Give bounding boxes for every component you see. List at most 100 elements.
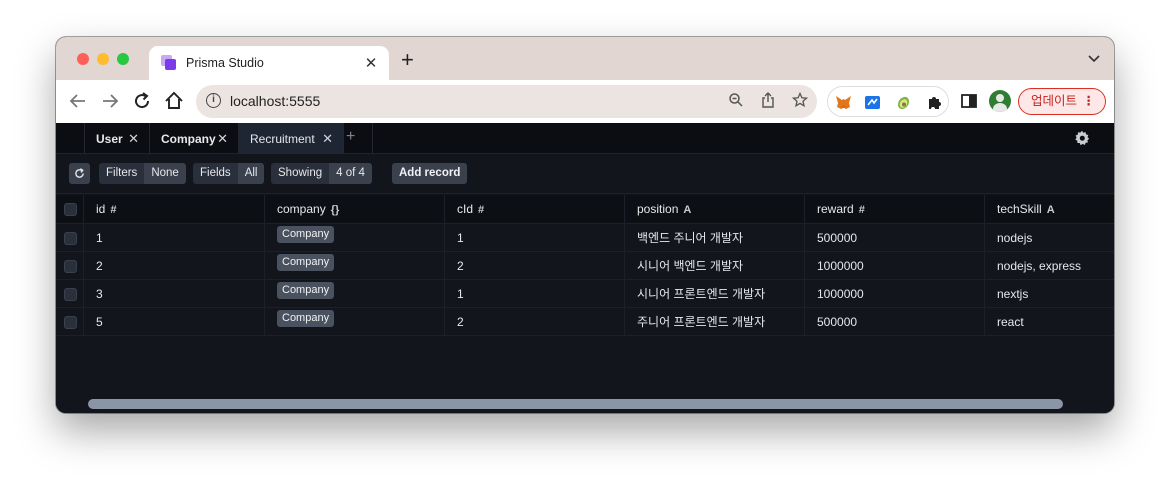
cell-techskill[interactable]: react <box>985 308 1114 335</box>
bookmark-star-icon[interactable] <box>791 91 809 110</box>
relation-type-icon: {} <box>330 204 340 216</box>
cell-cid[interactable]: 2 <box>445 252 625 279</box>
number-type-icon: # <box>858 204 865 216</box>
cell-id[interactable]: 3 <box>84 280 265 307</box>
avocado-extension-icon[interactable] <box>895 94 912 111</box>
cell-reward[interactable]: 1000000 <box>805 252 985 279</box>
tab-company[interactable]: Company ✕ <box>150 123 239 154</box>
cell-position[interactable]: 시니어 프론트엔드 개발자 <box>625 280 805 307</box>
more-menu-icon[interactable]: ⋮ <box>1083 89 1096 113</box>
filters-button[interactable]: Filters None <box>99 163 186 184</box>
row-checkbox[interactable] <box>64 316 77 329</box>
add-model-tab-button[interactable]: + <box>346 128 355 146</box>
forward-button[interactable] <box>98 89 122 113</box>
cell-techskill[interactable]: nodejs <box>985 224 1114 251</box>
fields-button[interactable]: Fields All <box>193 163 265 184</box>
column-header-cid[interactable]: cId # <box>445 195 625 223</box>
tab-user-label: User <box>96 131 123 146</box>
column-header-reward[interactable]: reward # <box>805 195 985 223</box>
fields-value: All <box>237 163 265 184</box>
table-row[interactable]: 1 Company 1 백엔드 주니어 개발자 500000 nodejs <box>56 224 1114 252</box>
tab-company-label: Company <box>161 131 216 146</box>
column-name: position <box>637 202 679 216</box>
maximize-window-button[interactable] <box>117 53 129 65</box>
relation-chip[interactable]: Company <box>277 282 335 299</box>
cell-cid[interactable]: 1 <box>445 224 625 251</box>
url-text[interactable]: localhost:5555 <box>230 93 320 109</box>
cell-cid[interactable]: 2 <box>445 308 625 335</box>
browser-toolbar: i localhost:5555 업데이트 ⋮ <box>56 80 1114 123</box>
scrollbar-thumb[interactable] <box>88 399 1063 409</box>
horizontal-scrollbar[interactable] <box>56 397 1114 413</box>
column-header-position[interactable]: position A <box>625 195 805 223</box>
cell-reward[interactable]: 1000000 <box>805 280 985 307</box>
table-header: id # company {} cId # position A reward # tec… <box>56 195 1114 224</box>
refresh-button[interactable] <box>69 163 90 184</box>
close-tab-company-icon[interactable]: ✕ <box>217 131 228 147</box>
table-row[interactable]: 5 Company 2 주니어 프론트엔드 개발자 500000 react <box>56 308 1114 336</box>
table-row[interactable]: 3 Company 1 시니어 프론트엔드 개발자 1000000 nextjs <box>56 280 1114 308</box>
extensions-puzzle-icon[interactable] <box>926 94 943 111</box>
close-tab-user-icon[interactable]: ✕ <box>128 131 139 147</box>
cell-techskill[interactable]: nextjs <box>985 280 1114 307</box>
relation-chip[interactable]: Company <box>277 310 335 327</box>
side-panel-icon[interactable] <box>959 91 979 111</box>
cell-position[interactable]: 백엔드 주니어 개발자 <box>625 224 805 251</box>
number-type-icon: # <box>110 204 117 216</box>
cell-company[interactable]: Company <box>265 224 445 251</box>
tab-user[interactable]: User ✕ <box>85 123 150 154</box>
new-tab-button[interactable]: + <box>401 49 414 71</box>
share-icon[interactable] <box>759 92 777 110</box>
home-button[interactable] <box>162 89 186 113</box>
cell-company[interactable]: Company <box>265 252 445 279</box>
metamask-fox-icon[interactable] <box>835 94 852 111</box>
cell-cid[interactable]: 1 <box>445 280 625 307</box>
tab-recruitment[interactable]: Recruitment ✕ <box>239 123 344 154</box>
minimize-window-button[interactable] <box>97 53 109 65</box>
cell-company[interactable]: Company <box>265 308 445 335</box>
row-checkbox[interactable] <box>64 288 77 301</box>
close-tab-recruitment-icon[interactable]: ✕ <box>322 131 333 147</box>
prisma-favicon-icon <box>161 55 177 71</box>
cell-company[interactable]: Company <box>265 280 445 307</box>
site-info-icon[interactable]: i <box>206 93 221 108</box>
cell-id[interactable]: 2 <box>84 252 265 279</box>
profile-avatar[interactable] <box>989 90 1011 112</box>
showing-label: Showing <box>271 163 330 184</box>
string-type-icon: A <box>683 204 692 216</box>
back-button[interactable] <box>66 89 90 113</box>
browser-tab[interactable]: Prisma Studio ✕ <box>149 46 389 80</box>
cell-position[interactable]: 시니어 백엔드 개발자 <box>625 252 805 279</box>
add-record-button[interactable]: Add record <box>392 163 468 184</box>
tab-search-chevron-icon[interactable] <box>1088 52 1100 66</box>
showing-button[interactable]: Showing 4 of 4 <box>271 163 372 184</box>
zoom-icon[interactable] <box>727 92 745 110</box>
browser-tab-strip: Prisma Studio ✕ + <box>56 37 1114 80</box>
extension-blue-icon[interactable] <box>864 94 881 111</box>
row-checkbox[interactable] <box>64 232 77 245</box>
address-bar[interactable]: i localhost:5555 <box>196 85 817 118</box>
settings-gear-icon[interactable] <box>1074 130 1090 151</box>
cell-position[interactable]: 주니어 프론트엔드 개발자 <box>625 308 805 335</box>
column-name: cId <box>457 202 474 216</box>
cell-id[interactable]: 1 <box>84 224 265 251</box>
filters-label: Filters <box>99 163 145 184</box>
extensions-pill <box>827 86 949 117</box>
cell-reward[interactable]: 500000 <box>805 224 985 251</box>
relation-chip[interactable]: Company <box>277 226 335 243</box>
column-header-techskill[interactable]: techSkill A <box>985 195 1114 223</box>
cell-techskill[interactable]: nodejs, express <box>985 252 1114 279</box>
close-tab-icon[interactable]: ✕ <box>361 54 381 72</box>
update-button[interactable]: 업데이트 ⋮ <box>1018 88 1106 115</box>
table-row[interactable]: 2 Company 2 시니어 백엔드 개발자 1000000 nodejs, … <box>56 252 1114 280</box>
column-header-id[interactable]: id # <box>84 195 265 223</box>
cell-id[interactable]: 5 <box>84 308 265 335</box>
close-window-button[interactable] <box>77 53 89 65</box>
column-header-company[interactable]: company {} <box>265 195 445 223</box>
row-checkbox[interactable] <box>64 260 77 273</box>
reload-button[interactable] <box>130 89 154 113</box>
tab-recruitment-label: Recruitment <box>250 131 315 146</box>
cell-reward[interactable]: 500000 <box>805 308 985 335</box>
relation-chip[interactable]: Company <box>277 254 335 271</box>
select-all-checkbox[interactable] <box>64 203 77 216</box>
